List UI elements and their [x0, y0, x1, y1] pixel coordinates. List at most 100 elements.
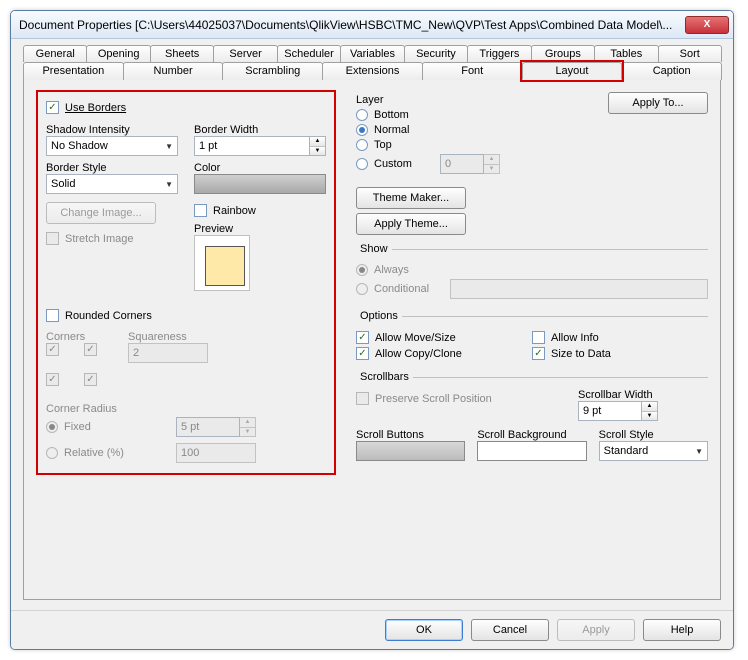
chevron-down-icon: ▼: [165, 142, 173, 151]
tab-scheduler[interactable]: Scheduler: [277, 45, 341, 62]
scroll-style-select[interactable]: Standard ▼: [599, 441, 708, 461]
allow-info-label: Allow Info: [551, 332, 599, 344]
shadow-intensity-select[interactable]: No Shadow ▼: [46, 136, 178, 156]
use-borders-label: Use Borders: [65, 102, 126, 114]
spinner-up-icon: ▲: [484, 155, 499, 165]
layer-custom-radio[interactable]: [356, 158, 368, 170]
spinner-up-icon: ▲: [240, 418, 255, 428]
layer-normal-radio[interactable]: [356, 124, 368, 136]
scrollbar-width-spinner[interactable]: 9 pt ▲▼: [578, 401, 658, 421]
scroll-background-color[interactable]: [477, 441, 586, 461]
tab-caption[interactable]: Caption: [621, 62, 722, 80]
tab-presentation[interactable]: Presentation: [23, 62, 124, 80]
scroll-buttons-color[interactable]: [356, 441, 465, 461]
apply-theme-button[interactable]: Apply Theme...: [356, 213, 466, 235]
corners-label: Corners: [46, 331, 104, 343]
tab-variables[interactable]: Variables: [340, 45, 404, 62]
allow-info-checkbox[interactable]: [532, 331, 545, 344]
size-to-data-checkbox[interactable]: ✓: [532, 347, 545, 360]
layout-panel: ✓ Use Borders Shadow Intensity No Shadow…: [23, 80, 721, 600]
tab-layout[interactable]: Layout: [522, 62, 623, 80]
corner-tr-checkbox: ✓: [84, 343, 97, 356]
tab-sheets[interactable]: Sheets: [150, 45, 214, 62]
cancel-button[interactable]: Cancel: [471, 619, 549, 641]
border-preview: [194, 235, 250, 291]
tab-security[interactable]: Security: [404, 45, 468, 62]
apply-to-button[interactable]: Apply To...: [608, 92, 708, 114]
spinner-down-icon[interactable]: ▼: [642, 412, 657, 421]
show-group-label: Show: [356, 243, 392, 255]
border-width-label: Border Width: [194, 124, 326, 136]
dialog-button-bar: OK Cancel Apply Help: [11, 610, 733, 649]
tab-number[interactable]: Number: [123, 62, 224, 80]
layer-bottom-radio[interactable]: [356, 109, 368, 121]
squareness-label: Squareness: [128, 331, 326, 343]
apply-button[interactable]: Apply: [557, 619, 635, 641]
fixed-label: Fixed: [64, 421, 91, 433]
spinner-up-icon[interactable]: ▲: [310, 137, 325, 147]
spinner-down-icon[interactable]: ▼: [310, 147, 325, 156]
tab-server[interactable]: Server: [213, 45, 277, 62]
tab-opening[interactable]: Opening: [86, 45, 150, 62]
layer-top-label: Top: [374, 139, 392, 151]
tab-general[interactable]: General: [23, 45, 87, 62]
scrollbar-width-value[interactable]: 9 pt: [578, 401, 642, 421]
change-image-button[interactable]: Change Image...: [46, 202, 156, 224]
border-style-select[interactable]: Solid ▼: [46, 174, 178, 194]
tab-groups[interactable]: Groups: [531, 45, 595, 62]
show-always-radio: [356, 264, 368, 276]
preview-label: Preview: [194, 223, 326, 235]
scrollbars-group: Scrollbars Preserve Scroll Position Scro…: [356, 371, 708, 461]
options-group: Options ✓Allow Move/Size ✓Allow Copy/Clo…: [356, 310, 708, 363]
shadow-intensity-value: No Shadow: [51, 140, 108, 152]
rounded-corners-checkbox[interactable]: [46, 309, 59, 322]
color-label: Color: [194, 162, 326, 174]
tab-font[interactable]: Font: [422, 62, 523, 80]
allow-move-label: Allow Move/Size: [375, 332, 456, 344]
layer-custom-label: Custom: [374, 158, 434, 170]
show-conditional-label: Conditional: [374, 283, 444, 295]
stretch-image-checkbox: [46, 232, 59, 245]
borders-group-highlight: ✓ Use Borders Shadow Intensity No Shadow…: [36, 90, 336, 475]
show-conditional-radio: [356, 283, 368, 295]
allow-copy-checkbox[interactable]: ✓: [356, 347, 369, 360]
rainbow-label: Rainbow: [213, 205, 256, 217]
layer-custom-value: 0: [440, 154, 484, 174]
tab-tables[interactable]: Tables: [594, 45, 658, 62]
stretch-image-label: Stretch Image: [65, 233, 133, 245]
border-width-value[interactable]: 1 pt: [194, 136, 310, 156]
corner-tl-checkbox: ✓: [46, 343, 59, 356]
fixed-value: 5 pt: [176, 417, 240, 437]
ok-button[interactable]: OK: [385, 619, 463, 641]
tab-triggers[interactable]: Triggers: [467, 45, 531, 62]
corner-br-checkbox: ✓: [84, 373, 97, 386]
layer-custom-spinner: 0 ▲▼: [440, 154, 500, 174]
tab-sort[interactable]: Sort: [658, 45, 722, 62]
scroll-style-label: Scroll Style: [599, 429, 708, 441]
spinner-up-icon[interactable]: ▲: [642, 402, 657, 412]
border-width-spinner[interactable]: 1 pt ▲▼: [194, 136, 326, 156]
scroll-style-value: Standard: [604, 445, 649, 457]
use-borders-checkbox[interactable]: ✓: [46, 101, 59, 114]
show-always-label: Always: [374, 264, 409, 276]
help-button[interactable]: Help: [643, 619, 721, 641]
border-color-swatch[interactable]: [194, 174, 326, 194]
tab-scrambling[interactable]: Scrambling: [222, 62, 323, 80]
squareness-input: 2: [128, 343, 208, 363]
rainbow-checkbox[interactable]: [194, 204, 207, 217]
relative-label: Relative (%): [64, 447, 124, 459]
dialog-window: Document Properties [C:\Users\44025037\D…: [10, 10, 734, 650]
close-button[interactable]: X: [685, 16, 729, 34]
tab-extensions[interactable]: Extensions: [322, 62, 423, 80]
window-title: Document Properties [C:\Users\44025037\D…: [19, 18, 685, 32]
preserve-scroll-label: Preserve Scroll Position: [375, 393, 492, 405]
scrollbars-group-label: Scrollbars: [356, 371, 413, 383]
theme-maker-button[interactable]: Theme Maker...: [356, 187, 466, 209]
layer-top-radio[interactable]: [356, 139, 368, 151]
scrollbar-width-label: Scrollbar Width: [578, 389, 708, 401]
allow-move-checkbox[interactable]: ✓: [356, 331, 369, 344]
corner-radius-fixed-radio: [46, 421, 58, 433]
size-to-data-label: Size to Data: [551, 348, 611, 360]
corners-grid: ✓ ✓ ✓ ✓: [46, 343, 104, 393]
show-conditional-input: [450, 279, 708, 299]
